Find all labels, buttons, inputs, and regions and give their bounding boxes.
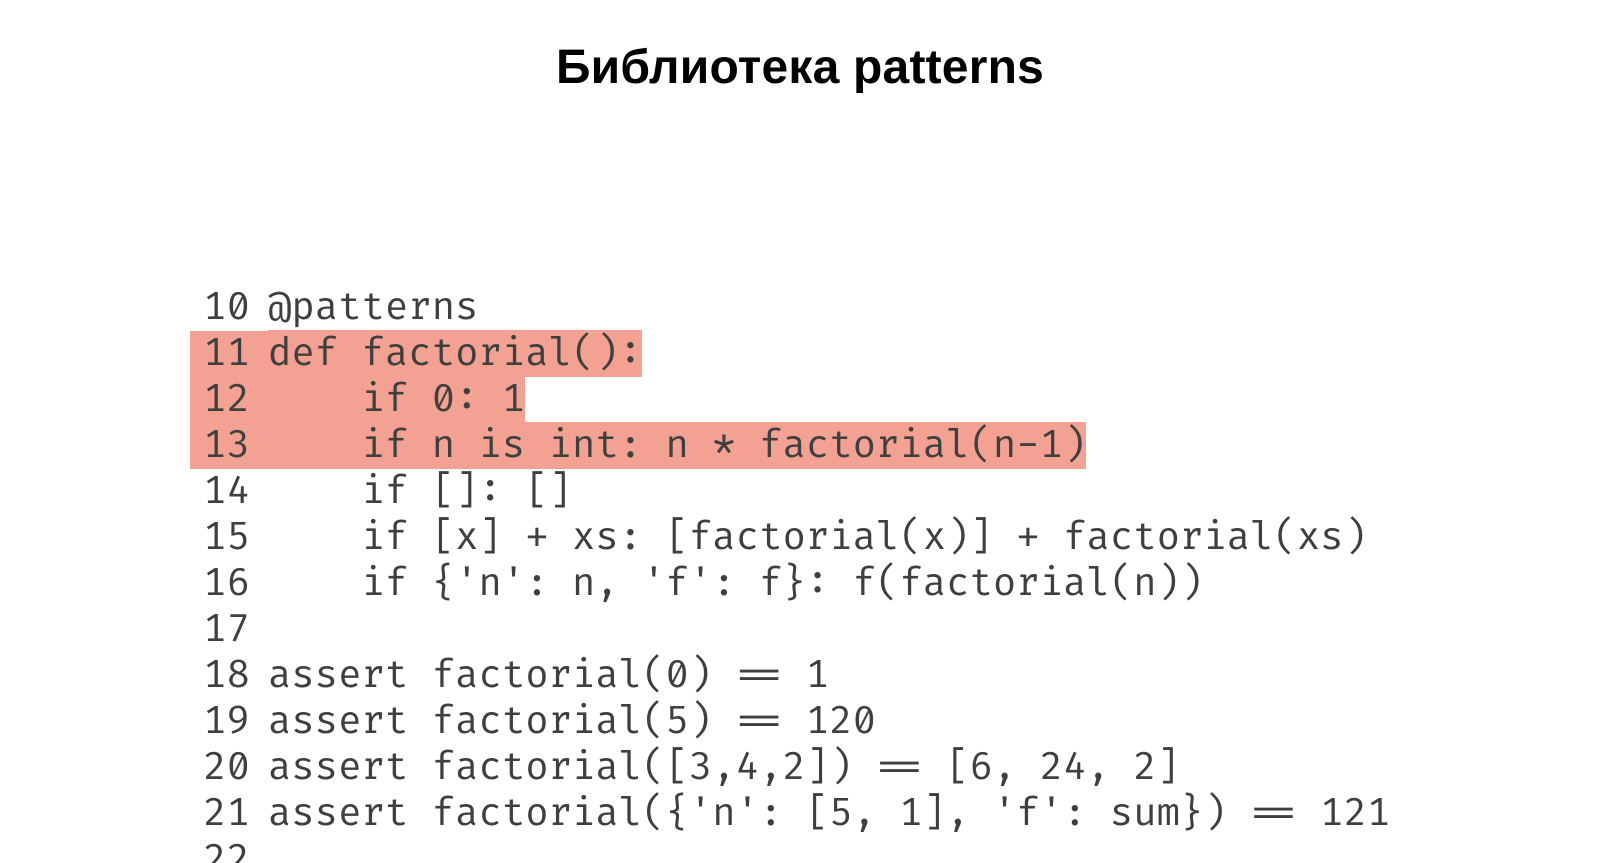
code-block: 10@patterns11 def factorial():12 if 0: 1…	[190, 148, 1390, 863]
slide-title: Библиотека patterns	[0, 0, 1600, 95]
line-number: 12	[190, 377, 250, 423]
code-line: 15 if [x] + xs: [factorial(x)] + factori…	[190, 515, 1390, 561]
highlight-gap	[250, 331, 268, 377]
code-text: if n is int: n * factorial(n-1)	[268, 422, 1086, 469]
code-line: 17	[190, 607, 1390, 653]
code-line: 21 assert factorial({'n': [5, 1], 'f': su…	[190, 791, 1390, 837]
code-line: 10 @patterns	[190, 285, 1390, 331]
code-text: assert factorial(5) == 120	[268, 698, 876, 745]
line-number: 17	[190, 607, 250, 653]
line-number: 16	[190, 561, 250, 607]
code-line: 16 if {'n': n, 'f': f}: f(factorial(n))	[190, 561, 1390, 607]
code-text: if []: []	[268, 468, 572, 515]
line-number: 22	[190, 837, 250, 863]
code-line: 18 assert factorial(0) == 1	[190, 653, 1390, 699]
code-text: if 0: 1	[268, 376, 525, 423]
code-text: assert factorial({'n': [5, 1], 'f': sum}…	[268, 790, 1390, 837]
line-number: 20	[190, 745, 250, 791]
code-text: @patterns	[268, 284, 478, 331]
code-line: 11 def factorial():	[190, 331, 1390, 377]
line-number: 13	[190, 423, 250, 469]
code-text: if [x] + xs: [factorial(x)] + factorial(…	[268, 514, 1367, 561]
highlight-gap	[250, 423, 268, 469]
line-number: 10	[190, 285, 250, 331]
line-number: 21	[190, 791, 250, 837]
code-text: assert factorial([3,4,2]) == [6, 24, 2]	[268, 744, 1180, 791]
slide: Библиотека patterns 10@patterns11 def fa…	[0, 0, 1600, 863]
line-number: 14	[190, 469, 250, 515]
code-line: 20 assert factorial([3,4,2]) == [6, 24, 2…	[190, 745, 1390, 791]
line-number: 15	[190, 515, 250, 561]
line-number: 11	[190, 331, 250, 377]
line-number: 19	[190, 699, 250, 745]
code-text: if {'n': n, 'f': f}: f(factorial(n))	[268, 560, 1203, 607]
code-line: 19 assert factorial(5) == 120	[190, 699, 1390, 745]
code-text: assert factorial(0) == 1	[268, 652, 829, 699]
code-line: 22	[190, 837, 1390, 863]
code-text: def factorial():	[268, 330, 642, 377]
code-line: 13 if n is int: n * factorial(n-1)	[190, 423, 1390, 469]
code-line: 14 if []: []	[190, 469, 1390, 515]
code-line: 12 if 0: 1	[190, 377, 1390, 423]
highlight-gap	[250, 377, 268, 423]
line-number: 18	[190, 653, 250, 699]
